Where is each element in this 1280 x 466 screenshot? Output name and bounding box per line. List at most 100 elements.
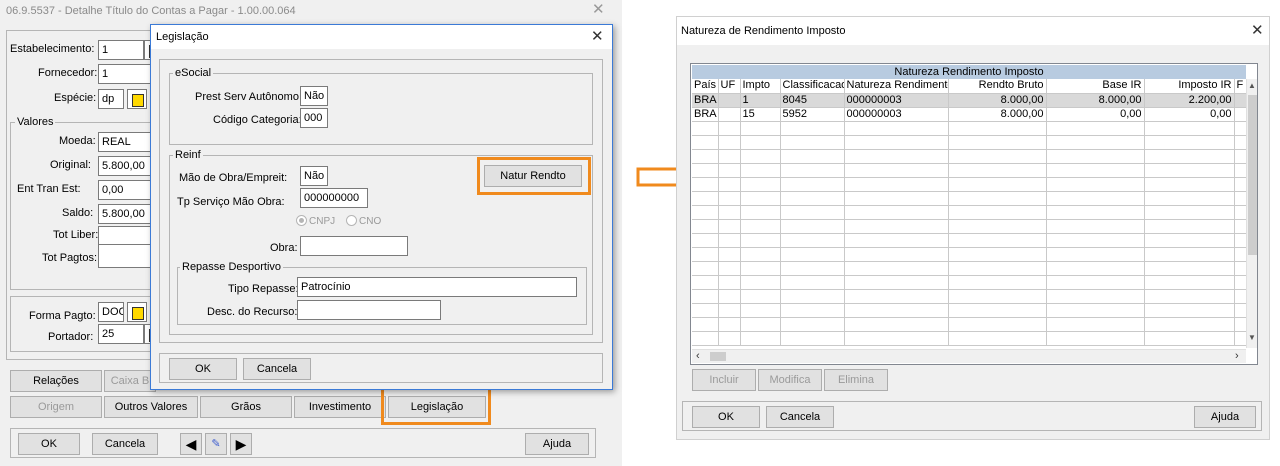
col-header-base-ir[interactable]: Base IR: [1046, 79, 1145, 94]
original-label: Original:: [50, 159, 91, 171]
especie-folder-icon[interactable]: [127, 89, 147, 109]
portador-field[interactable]: 25: [98, 324, 144, 344]
ent-tran-est-label: Ent Tran Est:: [17, 183, 81, 195]
cell-uf: [718, 107, 741, 122]
forma-pagto-field[interactable]: DOC: [98, 302, 124, 322]
cell-f: [1234, 93, 1247, 108]
natureza-close-icon[interactable]: ✕: [1251, 23, 1264, 38]
search-record-icon[interactable]: ✎: [205, 433, 227, 455]
reinf-legend: Reinf: [173, 149, 203, 161]
cell-base-ir: 0,00: [1046, 107, 1145, 122]
col-header-f[interactable]: F: [1234, 79, 1247, 94]
tipo-repasse-field[interactable]: Patrocínio: [297, 277, 577, 297]
cell-imposto-ir: 0,00: [1144, 107, 1235, 122]
prest-serv-field[interactable]: Não: [300, 86, 328, 106]
tab-relacoes[interactable]: Relações: [10, 370, 102, 392]
col-header-uf[interactable]: UF: [718, 79, 741, 94]
tab-graos[interactable]: Grãos: [200, 396, 292, 418]
table-row-empty: [692, 317, 1247, 332]
grid-title: Natureza Rendimento Imposto: [692, 65, 1246, 79]
prest-serv-label: Prest Serv Autônomo:: [195, 91, 302, 103]
repasse-legend: Repasse Desportivo: [180, 261, 284, 273]
moeda-field[interactable]: REAL: [98, 132, 156, 152]
table-row-empty: [692, 331, 1247, 346]
obra-field[interactable]: [300, 236, 408, 256]
legislacao-title: Legislação: [156, 31, 209, 43]
tp-servico-field[interactable]: 000000000: [300, 188, 368, 208]
table-row-empty: [692, 135, 1247, 150]
table-row-empty: [692, 191, 1247, 206]
main-ok-button[interactable]: OK: [18, 433, 80, 455]
table-row-empty: [692, 149, 1247, 164]
table-row[interactable]: BRA 1 8045 000000003 8.000,00 8.000,00 2…: [692, 93, 1247, 108]
main-ajuda-button[interactable]: Ajuda: [525, 433, 589, 455]
legislacao-ok-button[interactable]: OK: [169, 358, 237, 380]
scroll-left-icon[interactable]: ‹: [696, 350, 700, 362]
col-header-imposto-ir[interactable]: Imposto IR: [1144, 79, 1235, 94]
tab-caixa[interactable]: Caixa B: [104, 370, 156, 392]
col-header-classificacao[interactable]: Classificacao: [780, 79, 845, 94]
cell-natureza: 000000003: [844, 107, 949, 122]
main-cancela-button[interactable]: Cancela: [92, 433, 158, 455]
cno-radio[interactable]: CNO: [346, 215, 381, 227]
scroll-down-icon[interactable]: ▼: [1248, 333, 1256, 342]
incluir-button[interactable]: Incluir: [692, 369, 756, 391]
forma-pagto-folder-icon[interactable]: [127, 302, 147, 322]
cell-uf: [718, 93, 741, 108]
fornecedor-field[interactable]: 1: [98, 64, 158, 84]
tab-investimento[interactable]: Investimento: [294, 396, 386, 418]
natureza-ajuda-button[interactable]: Ajuda: [1194, 406, 1256, 428]
prev-record-icon[interactable]: ◀: [180, 433, 202, 455]
main-window-title: 06.9.5537 - Detalhe Título do Contas a P…: [6, 5, 296, 17]
cnpj-radio-icon: [296, 215, 307, 226]
saldo-field[interactable]: 5.800,00: [98, 204, 156, 224]
grid-horizontal-scrollbar[interactable]: ‹ ›: [692, 349, 1246, 363]
grid-vertical-scrollbar[interactable]: ▲ ▼: [1246, 79, 1257, 348]
main-title-bar: 06.9.5537 - Detalhe Título do Contas a P…: [0, 0, 622, 22]
scroll-thumb[interactable]: [1248, 95, 1257, 255]
legislacao-cancela-button[interactable]: Cancela: [243, 358, 311, 380]
obra-label: Obra:: [270, 242, 298, 254]
main-close-icon[interactable]: ✕: [592, 2, 605, 17]
col-header-pais[interactable]: País: [692, 79, 719, 94]
table-row-empty: [692, 205, 1247, 220]
next-record-icon[interactable]: ▶: [230, 433, 252, 455]
modifica-button[interactable]: Modifica: [758, 369, 822, 391]
cno-radio-icon: [346, 215, 357, 226]
legislacao-close-icon[interactable]: ✕: [591, 29, 604, 44]
esocial-legend: eSocial: [173, 67, 214, 79]
table-row-empty: [692, 247, 1247, 262]
natureza-ok-button[interactable]: OK: [692, 406, 760, 428]
table-row-empty: [692, 177, 1247, 192]
original-field[interactable]: 5.800,00: [98, 156, 156, 176]
table-row-empty: [692, 121, 1247, 136]
portador-label: Portador:: [48, 331, 94, 343]
ent-tran-est-field[interactable]: 0,00: [98, 180, 156, 200]
tp-servico-label: Tp Serviço Mão Obra:: [177, 196, 285, 208]
saldo-label: Saldo:: [62, 207, 94, 219]
estabelecimento-field[interactable]: 1: [98, 40, 144, 60]
table-row-empty: [692, 303, 1247, 318]
especie-field[interactable]: dp: [98, 89, 124, 109]
codigo-categoria-label: Código Categoria:: [213, 114, 302, 126]
cnpj-radio[interactable]: CNPJ: [296, 215, 335, 227]
desc-recurso-field[interactable]: [297, 300, 441, 320]
codigo-categoria-field[interactable]: 000: [300, 108, 328, 128]
tot-liber-field[interactable]: [98, 226, 156, 246]
scroll-right-icon[interactable]: ›: [1235, 350, 1239, 362]
table-row[interactable]: BRA 15 5952 000000003 8.000,00 0,00 0,00: [692, 107, 1247, 122]
cell-classificacao: 5952: [780, 107, 845, 122]
cell-imposto-ir: 2.200,00: [1144, 93, 1235, 108]
tab-origem[interactable]: Origem: [10, 396, 102, 418]
natureza-cancela-button[interactable]: Cancela: [766, 406, 834, 428]
col-header-natureza[interactable]: Natureza Rendimento: [844, 79, 949, 94]
scroll-hthumb[interactable]: [710, 352, 726, 361]
mao-obra-field[interactable]: Não: [300, 166, 328, 186]
tot-pagtos-field[interactable]: [98, 244, 156, 268]
tab-outros-valores[interactable]: Outros Valores: [104, 396, 198, 418]
col-header-impto[interactable]: Impto: [740, 79, 781, 94]
col-header-rendto-bruto[interactable]: Rendto Bruto: [948, 79, 1047, 94]
scroll-up-icon[interactable]: ▲: [1248, 81, 1256, 90]
natureza-title: Natureza de Rendimento Imposto: [681, 25, 846, 37]
elimina-button[interactable]: Elimina: [824, 369, 888, 391]
